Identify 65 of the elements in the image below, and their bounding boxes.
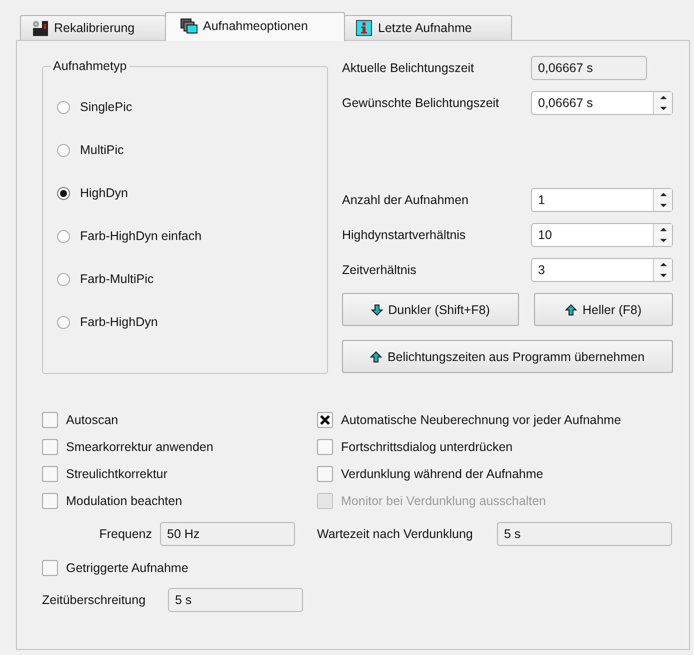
checkbox-option[interactable]: Fortschrittsdialog unterdrücken [317,433,513,460]
field-label: Wartezeit nach Verdunklung [317,527,474,541]
spin-box[interactable]: 3 [531,258,673,282]
checkbox[interactable] [317,412,333,428]
up-arrow-icon [370,350,382,362]
field-label: Highdynstartverhältnis [342,228,467,242]
radio-button[interactable] [57,230,70,242]
darker-button[interactable]: Dunkler (Shift+F8) [342,293,519,326]
checkbox[interactable] [42,560,58,576]
checkbox[interactable] [42,438,58,454]
up-arrow-icon[interactable] [658,262,668,267]
checkbox-option[interactable]: Smearkorrektur anwenden [42,433,214,460]
readonly-field: 0,06667 s [531,56,647,80]
radio-button[interactable] [57,316,70,328]
radio-option[interactable]: Farb-MultiPic [57,267,154,291]
radio-option[interactable]: MultiPic [57,138,124,162]
radio-option[interactable]: SinglePic [57,95,132,119]
stacked-windows-icon [180,18,198,34]
brighter-button[interactable]: Heller (F8) [534,293,673,326]
checkbox[interactable] [317,466,333,482]
radio-option[interactable]: Farb-HighDyn einfach [57,224,202,248]
checkbox[interactable] [42,466,58,482]
down-arrow-icon[interactable] [658,203,668,208]
down-arrow-icon [371,304,384,316]
checkbox[interactable] [42,412,58,428]
checkbox-option[interactable]: Modulation beachten [42,487,182,514]
checkbox-option[interactable]: Streulichtkorrektur [42,460,168,487]
checkbox-option[interactable]: Getriggerte Aufnahme [42,554,188,581]
readonly-field: 5 s [497,522,672,546]
radio-button[interactable] [57,186,70,200]
spin-box[interactable]: 0,06667 s [531,91,673,115]
radio-button[interactable] [57,144,70,156]
tab[interactable]: Letzte Aufnahme [344,15,512,40]
checkbox[interactable] [317,438,333,454]
field-label: Zeitüberschreitung [42,593,147,607]
tab[interactable]: Rekalibrierung [20,15,166,40]
up-arrow-icon[interactable] [658,95,668,100]
checkbox-option[interactable]: Verdunklung während der Aufnahme [317,460,544,487]
up-arrow-icon [565,304,578,316]
radio-option[interactable]: Farb-HighDyn [57,310,158,334]
info-icon [355,20,373,36]
spin-box[interactable]: 1 [531,188,673,212]
device-gear-icon [31,20,49,36]
up-arrow-icon[interactable] [658,227,668,232]
down-arrow-icon[interactable] [658,273,668,278]
up-arrow-icon[interactable] [658,192,668,197]
field-label: Frequenz [98,527,153,541]
checkbox-option[interactable]: Automatische Neuberechnung vor jeder Aufnahme [317,406,622,433]
checkbox[interactable] [42,492,58,508]
field-label: Zeitverhältnis [342,263,418,277]
apply-exposure-button[interactable]: Belichtungszeiten aus Programm übernehmen [342,340,673,373]
readonly-field: 5 s [168,588,303,612]
radio-button[interactable] [57,272,70,286]
down-arrow-icon[interactable] [658,238,668,243]
group-title: Aufnahmetyp [52,59,128,73]
readonly-field: 50 Hz [160,522,295,546]
field-label: Gewünschte Belichtungszeit [342,96,500,110]
radio-option[interactable]: HighDyn [57,181,128,205]
tab[interactable]: Aufnahmeoptionen [165,12,345,41]
spin-box[interactable]: 10 [531,223,673,247]
down-arrow-icon[interactable] [658,106,668,111]
field-label: Anzahl der Aufnahmen [342,193,470,207]
radio-button[interactable] [57,100,70,114]
checkbox-option[interactable]: Autoscan [42,406,118,433]
field-label: Aktuelle Belichtungszeit [342,61,476,75]
